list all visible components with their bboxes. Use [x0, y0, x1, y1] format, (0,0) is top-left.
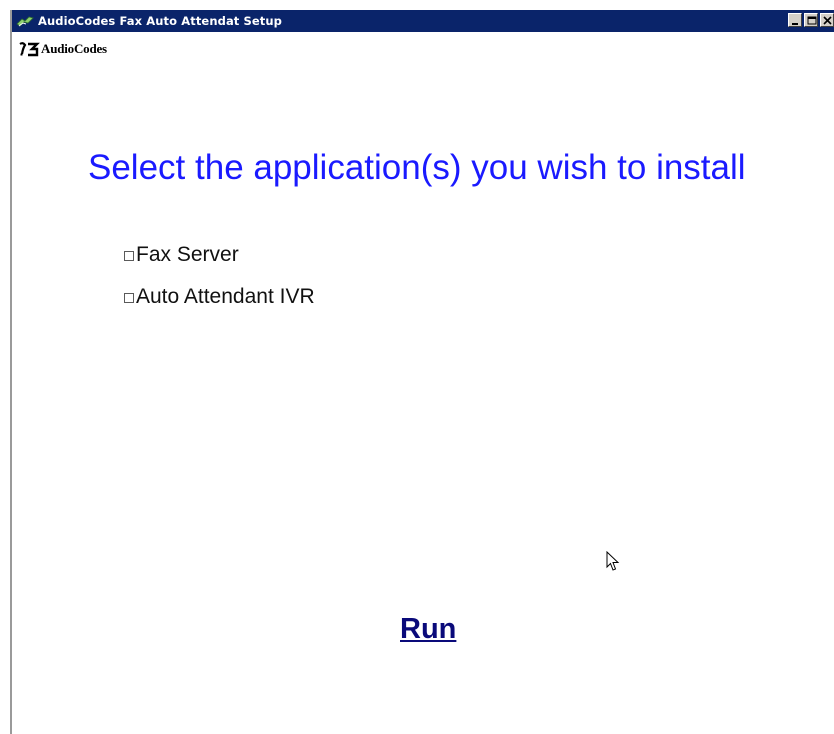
title-bar[interactable]: AudioCodes Fax Auto Attendat Setup: [12, 10, 834, 32]
logo-text: AudioCodes: [41, 41, 107, 56]
option-fax-server[interactable]: Fax Server: [124, 243, 315, 267]
option-auto-attendant-ivr[interactable]: Auto Attendant IVR: [124, 285, 315, 309]
minimize-icon: [792, 23, 798, 25]
auto-attendant-ivr-checkbox[interactable]: [124, 293, 134, 303]
application-options: Fax Server Auto Attendant IVR: [124, 243, 315, 327]
window-controls: [788, 13, 834, 27]
fax-server-label[interactable]: Fax Server: [136, 243, 239, 267]
run-link[interactable]: Run: [400, 613, 456, 646]
close-icon: [823, 16, 832, 25]
audiocodes-logo-icon: [18, 41, 40, 57]
window-title: AudioCodes Fax Auto Attendat Setup: [38, 14, 283, 28]
app-window-icon[interactable]: [16, 14, 34, 28]
mouse-pointer-icon: [606, 550, 620, 573]
maximize-icon: [807, 16, 817, 25]
audiocodes-logo: AudioCodes: [18, 41, 107, 57]
page-heading: Select the application(s) you wish to in…: [88, 148, 746, 187]
setup-window: AudioCodes Fax Auto Attendat Setup Audio…: [10, 10, 834, 734]
maximize-button[interactable]: [804, 13, 818, 27]
auto-attendant-ivr-label[interactable]: Auto Attendant IVR: [136, 285, 315, 309]
fax-server-checkbox[interactable]: [124, 251, 134, 261]
minimize-button[interactable]: [788, 13, 802, 27]
close-button[interactable]: [820, 13, 834, 27]
